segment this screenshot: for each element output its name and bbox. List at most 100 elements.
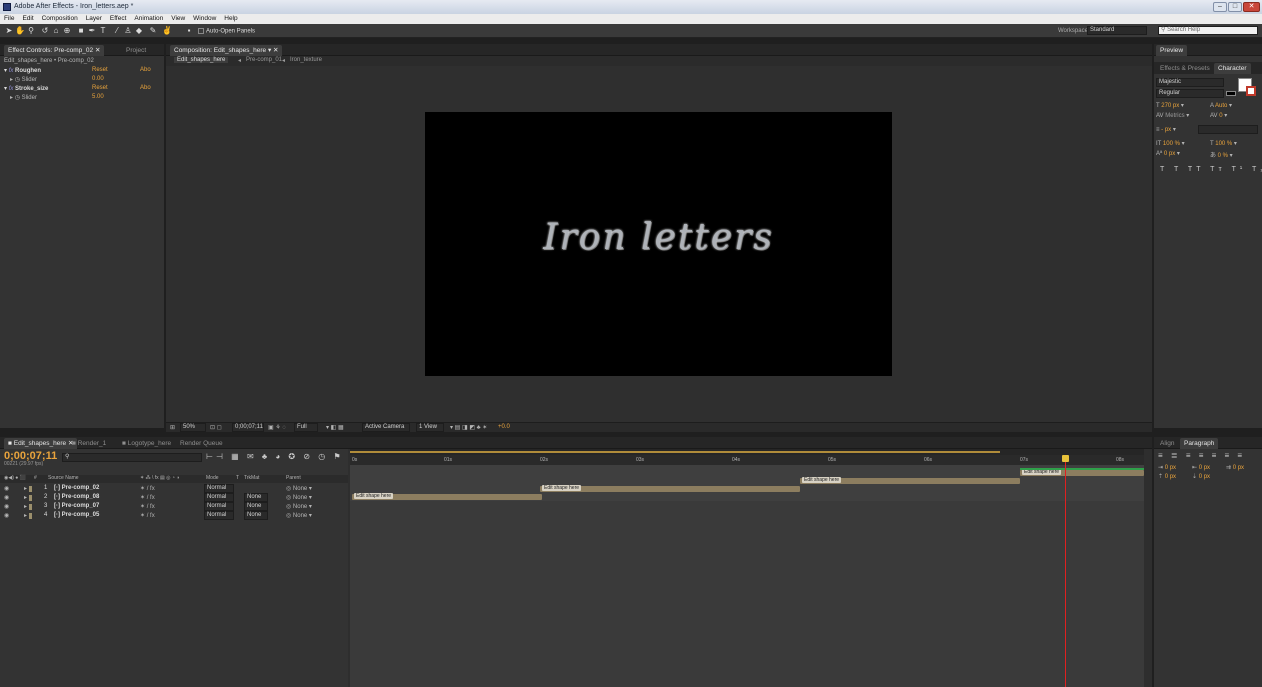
indent-left-value[interactable]: 0 px [1165,465,1176,471]
menu-animation[interactable]: Animation [134,14,163,24]
menu-view[interactable]: View [171,14,185,24]
brush-tool-icon[interactable]: ⁄ [112,26,122,36]
timeline-switches-icons[interactable]: ⊢⊣ ▦ ✉ ♣ ◕ ✪ ⊘ ◷ ⚑ [206,452,344,461]
exposure-value[interactable]: +0.0 [498,424,510,430]
stopwatch-icon[interactable]: ◷ [15,77,20,83]
layer-bar[interactable]: Edit shape here [540,485,800,492]
menu-composition[interactable]: Composition [42,14,78,24]
rotate-tool-icon[interactable]: ↺ [40,26,50,36]
region-of-interest-icon[interactable]: ▾ ◧ ▦ [326,424,344,431]
safe-zones-icon[interactable]: ⊡ ◻ [210,424,222,431]
stroke-order-select[interactable] [1198,125,1258,134]
selection-tool-icon[interactable]: ➤ [4,26,14,36]
stroke-color-swatch[interactable] [1246,86,1256,96]
tab-character[interactable]: Character [1214,63,1251,74]
menu-window[interactable]: Window [193,14,216,24]
playhead-line[interactable] [1065,455,1066,687]
tracking-value[interactable]: 0 [1219,113,1222,119]
tab-edit-shapes-here[interactable]: ■ Edit_shapes_here ✕ [4,438,78,449]
visibility-icon[interactable]: ◉ [4,494,9,501]
stroke-width-value[interactable]: - px [1161,127,1171,133]
visibility-icon[interactable]: ◉ [4,485,9,492]
layer-bar[interactable]: Edit shape here [800,477,1020,484]
stroke-size-slider-value[interactable]: 5.00 [92,94,104,100]
paragraph-align-buttons[interactable]: ≡ ≣ ≡ ≡ ≡ ≡ ≡ [1158,451,1245,460]
stroke-size-slider-row[interactable]: ▸ ◷ Slider 5.00 [0,93,164,102]
time-ruler[interactable]: 0s 01s 02s 03s 04s 05s 06s 07s 08s [350,455,1144,465]
subtab-pre-comp-01[interactable]: Pre-comp_01 [246,57,282,63]
maximize-button[interactable]: □ [1228,2,1242,12]
tab-composition[interactable]: Composition: Edit_shapes_here ▾ ✕ [170,45,283,56]
roto-brush-tool-icon[interactable]: ✎ [148,26,158,36]
font-family-select[interactable]: Majestic [1156,78,1224,87]
stopwatch-icon[interactable]: ◷ [15,95,20,101]
pan-behind-tool-icon[interactable]: ⊕ [62,26,72,36]
search-help-input[interactable]: ⚲ Search Help [1158,26,1258,35]
layer-row[interactable]: ◉ ▸ 3 [·] Pre-comp_07 ✶ / fx Normal None… [0,502,348,511]
horizontal-scale-value[interactable]: 100 % [1215,141,1232,147]
subtab-iron-texture[interactable]: Iron_texture [290,57,322,63]
space-after-value[interactable]: 0 px [1199,474,1210,480]
space-before-value[interactable]: 0 px [1165,474,1176,480]
layer-search-input[interactable]: ⚲ [62,453,202,462]
camera-tool-icon[interactable]: ⌂ [51,26,61,36]
layer-row[interactable]: ◉ ▸ 4 [·] Pre-comp_05 ✶ / fx Normal None… [0,511,348,520]
view-options-icon[interactable]: ▾ ▤ ◨ ◩ ♣ ✶ [450,424,487,431]
mask-tool-icon[interactable]: ■ [76,26,86,36]
timeline-graph[interactable]: 0s 01s 02s 03s 04s 05s 06s 07s 08s Edit … [350,449,1144,687]
views-select[interactable]: 1 View [416,423,444,432]
roughen-slider-row[interactable]: ▸ ◷ Slider 0.00 [0,75,164,84]
composition-canvas[interactable]: Iron letters [425,112,892,376]
tab-project[interactable]: Project [122,45,150,56]
zoom-tool-icon[interactable]: ⚲ [26,26,36,36]
layer-bar[interactable]: Edit shape here [1020,469,1144,476]
menu-effect[interactable]: Effect [110,14,127,24]
menu-edit[interactable]: Edit [22,14,33,24]
tab-effects-presets[interactable]: Effects & Presets [1156,63,1214,74]
baseline-shift-value[interactable]: 0 px [1164,151,1175,157]
subtab-edit-shapes-here[interactable]: Edit_shapes_here [174,57,229,63]
current-time-field[interactable]: 0;00;07;11 [232,423,264,432]
menu-file[interactable]: File [4,14,14,24]
font-style-select[interactable]: Regular [1156,89,1224,98]
tab-preview[interactable]: Preview [1156,45,1188,56]
tab-logotype-here[interactable]: ■ Logotype_here [118,438,175,449]
hand-tool-icon[interactable]: ✋ [15,26,25,36]
layer-row[interactable]: ◉ ▸ 2 [·] Pre-comp_08 ✶ / fx Normal None… [0,493,348,502]
menu-help[interactable]: Help [224,14,237,24]
tab-render-1[interactable]: ■ Render_1 [68,438,110,449]
indent-right-value[interactable]: 0 px [1199,465,1210,471]
layer-row[interactable]: ◉ ▸ 1 [·] Pre-comp_02 ✶ / fx Normal ◎ No… [0,484,348,493]
zoom-select[interactable]: 50% [180,423,206,432]
tab-align[interactable]: Align [1156,438,1178,449]
font-style-buttons[interactable]: T T TT Tт T¹ T₁ [1160,166,1262,173]
playhead-handle[interactable] [1062,455,1069,462]
effect-row-roughen[interactable]: ▾ fx Roughen Reset Abo [0,66,164,75]
kerning-value[interactable]: Metrics [1165,113,1184,119]
tab-render-queue[interactable]: Render Queue [176,438,227,449]
menu-layer[interactable]: Layer [86,14,102,24]
panel-icon[interactable]: ▪ [184,26,194,36]
font-size-value[interactable]: 270 px [1161,103,1179,109]
tsume-value[interactable]: 0 % [1218,153,1228,159]
type-tool-icon[interactable]: T [98,26,108,36]
effect-row-stroke-size[interactable]: ▾ fx Stroke_size Reset Abo [0,84,164,93]
roughen-slider-value[interactable]: 0.00 [92,76,104,82]
roughen-reset-link[interactable]: Reset [92,67,108,73]
roughen-about-link[interactable]: Abo [140,67,151,73]
auto-open-panels-checkbox[interactable]: Auto-Open Panels [198,28,255,35]
stroke-size-reset-link[interactable]: Reset [92,85,108,91]
snapshot-icon[interactable]: ▣ ⚘ ◌ [268,424,286,431]
tab-effect-controls[interactable]: Effect Controls: Pre-comp_02 ✕ [4,45,105,56]
visibility-icon[interactable]: ◉ [4,512,9,519]
visibility-icon[interactable]: ◉ [4,503,9,510]
layer-bar[interactable]: Edit shape here [352,493,542,500]
first-line-value[interactable]: 0 px [1233,465,1244,471]
vertical-scale-value[interactable]: 100 % [1163,141,1180,147]
active-camera-select[interactable]: Active Camera [362,423,410,432]
leading-value[interactable]: Auto [1215,103,1227,109]
puppet-tool-icon[interactable]: ✌ [162,26,172,36]
black-swatch[interactable] [1226,91,1236,96]
clone-stamp-tool-icon[interactable]: ♙ [123,26,133,36]
grid-icon[interactable]: ⊞ [170,424,175,431]
